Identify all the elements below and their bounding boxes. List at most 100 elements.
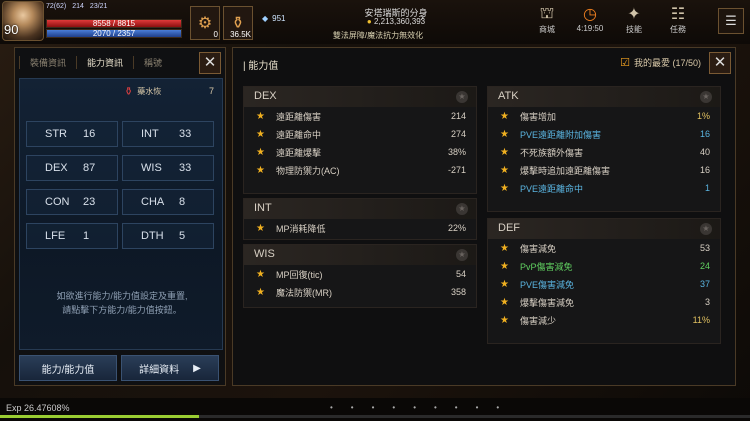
stat-row[interactable]: ★ MP回復(tic) 54 [244, 265, 476, 283]
stat-a: 72(62) [46, 3, 67, 10]
coin-row: ● 2,213,360,393 [336, 17, 456, 26]
stat-b: 214 [72, 3, 84, 10]
potion-label: 藥水恢 [137, 87, 162, 96]
menu-button[interactable]: ☰ [718, 8, 744, 34]
mp-bar: 2070 / 2357 [46, 29, 182, 38]
star-icon: ★ [256, 222, 265, 234]
close-right-button[interactable]: ✕ [709, 52, 731, 74]
star-icon: ★ [256, 110, 265, 122]
buff-status: 雙法屏障/魔法抗力無效化 [332, 31, 424, 40]
potion-slot-1[interactable]: ⚙ 0 [190, 6, 220, 40]
star-icon: ★ [256, 164, 265, 176]
row-value: -271 [447, 165, 466, 175]
potion-value: 7 [208, 86, 214, 96]
gem-counter: ◆ 951 [262, 14, 286, 23]
timer-button[interactable]: ◷ 4:19:50 [574, 4, 606, 33]
star-icon[interactable]: ★ [456, 249, 468, 261]
section-int: INT ★ ★ MP消耗降低 22% [243, 198, 477, 240]
star-icon: ★ [500, 182, 509, 194]
section-title: DEF ★ [488, 219, 720, 239]
tab-ability[interactable]: 能力資訊 [76, 55, 133, 69]
gem-icon: ◆ [262, 14, 269, 23]
row-name: MP回復(tic) [276, 269, 323, 280]
row-value: 11% [692, 315, 710, 325]
stat-row[interactable]: ★ 不死族額外傷害 40 [488, 143, 720, 161]
stat-key: INT [141, 128, 159, 140]
row-value: 38% [447, 147, 466, 157]
star-icon: ★ [256, 268, 265, 280]
skill-label: 技能 [626, 25, 642, 34]
star-icon: ★ [500, 164, 509, 176]
page-dots: ••••••••• [330, 403, 518, 412]
stat-dex: DEX 87 [26, 155, 118, 181]
star-icon[interactable]: ★ [700, 91, 712, 103]
close-icon: ✕ [203, 54, 217, 71]
favorites-toggle[interactable]: ☑ 我的最愛 (17/50) [620, 56, 701, 69]
stat-row[interactable]: ★ 遠距離傷害 214 [244, 107, 476, 125]
section-title-text: INT [254, 202, 272, 214]
stat-value: 33 [179, 128, 192, 140]
stat-row[interactable]: ★ 爆擊傷害減免 3 [488, 293, 720, 311]
star-icon[interactable]: ★ [700, 223, 712, 235]
stat-row[interactable]: ★ MP消耗降低 22% [244, 219, 476, 237]
detail-button[interactable]: 詳細資料 ▶ [121, 355, 219, 381]
exp-fill [0, 415, 199, 418]
stat-lfe: LFE 1 [26, 223, 118, 249]
row-name: 傷害增加 [520, 111, 557, 122]
ability-button[interactable]: 能力/能力值 [19, 355, 117, 381]
row-name: MP消耗降低 [276, 223, 326, 234]
shop-button[interactable]: ⛫ 商城 [531, 4, 563, 35]
section-title: DEX ★ [244, 87, 476, 107]
checkbox-icon: ☑ [620, 57, 630, 69]
stat-value: 8 [179, 196, 186, 208]
stat-row[interactable]: ★ PVE遠距離命中 1 [488, 179, 720, 197]
star-icon: ★ [256, 128, 265, 140]
row-name: 不死族額外傷害 [520, 147, 584, 158]
stat-row[interactable]: ★ 傷害增加 1% [488, 107, 720, 125]
section-title: INT ★ [244, 199, 476, 219]
chevron-right-icon[interactable]: › [420, 10, 424, 24]
stat-row[interactable]: ★ 物理防禦力(AC) -271 [244, 161, 476, 179]
star-icon: ★ [500, 278, 509, 290]
row-value: 214 [450, 111, 466, 121]
tab-title[interactable]: 稱號 [133, 55, 172, 69]
section-def: DEF ★ ★ 傷害減免 53 ★ PvP傷害減免 24 ★ PVE傷害減免 37 ★ 爆擊傷害… [487, 218, 721, 344]
skill-button[interactable]: ✦ 技能 [618, 4, 650, 35]
info-tabs: 裝備資訊 能力資訊 稱號 [15, 48, 225, 76]
row-value: 1% [696, 111, 710, 121]
row-name: 遠距離傷害 [276, 111, 322, 122]
stat-value: 1 [83, 230, 90, 242]
stat-row[interactable]: ★ PVE傷害減免 37 [488, 275, 720, 293]
ability-value-panel: | 能力值 ☑ 我的最愛 (17/50) ✕ DEX ★ ★ 遠距離傷害 214 ★ 遠距… [232, 47, 736, 386]
row-value: 54 [455, 269, 466, 279]
stat-row[interactable]: ★ 傷害減免 53 [488, 239, 720, 257]
stat-row[interactable]: ★ 遠距離命中 274 [244, 125, 476, 143]
stat-key: DEX [45, 162, 68, 174]
row-value: 16 [699, 165, 710, 175]
star-icon: ★ [500, 242, 509, 254]
stat-row[interactable]: ★ 魔法防禦(MR) 358 [244, 283, 476, 301]
star-icon: ★ [500, 146, 509, 158]
character-info-panel: 裝備資訊 能力資訊 稱號 ✕ ⚱ 藥水恢 7 STR 16 INT 33 DEX 87 … [14, 47, 226, 386]
stat-row[interactable]: ★ 遠距離爆擊 38% [244, 143, 476, 161]
potion-slot-2[interactable]: ⚱ 36.5K [223, 6, 253, 40]
stat-value: 87 [83, 162, 96, 174]
star-icon[interactable]: ★ [456, 203, 468, 215]
exp-bar [0, 415, 750, 418]
hamburger-icon: ☰ [725, 13, 737, 28]
potion-stat: ⚱ 藥水恢 [124, 85, 161, 98]
quest-button[interactable]: ☷ 任務 [662, 4, 694, 35]
close-left-button[interactable]: ✕ [199, 52, 221, 74]
quest-icon: ☷ [670, 6, 686, 23]
slot-label: 36.5K [230, 30, 251, 39]
stat-row[interactable]: ★ 爆擊時追加遠距離傷害 16 [488, 161, 720, 179]
stat-row[interactable]: ★ PvP傷害減免 24 [488, 257, 720, 275]
section-atk: ATK ★ ★ 傷害增加 1% ★ PVE遠距離附加傷害 16 ★ 不死族額外傷害 40 ★ 爆… [487, 86, 721, 212]
star-icon[interactable]: ★ [456, 91, 468, 103]
top-hud: 90 72(62) 214 23/21 8558 / 8815 2070 / 2… [0, 0, 750, 44]
section-title-text: DEX [254, 90, 277, 102]
stat-row[interactable]: ★ 傷害減少 11% [488, 311, 720, 329]
stat-row[interactable]: ★ PVE遠距離附加傷害 16 [488, 125, 720, 143]
tab-equipment[interactable]: 裝備資訊 [19, 55, 76, 69]
row-name: 魔法防禦(MR) [276, 287, 332, 298]
